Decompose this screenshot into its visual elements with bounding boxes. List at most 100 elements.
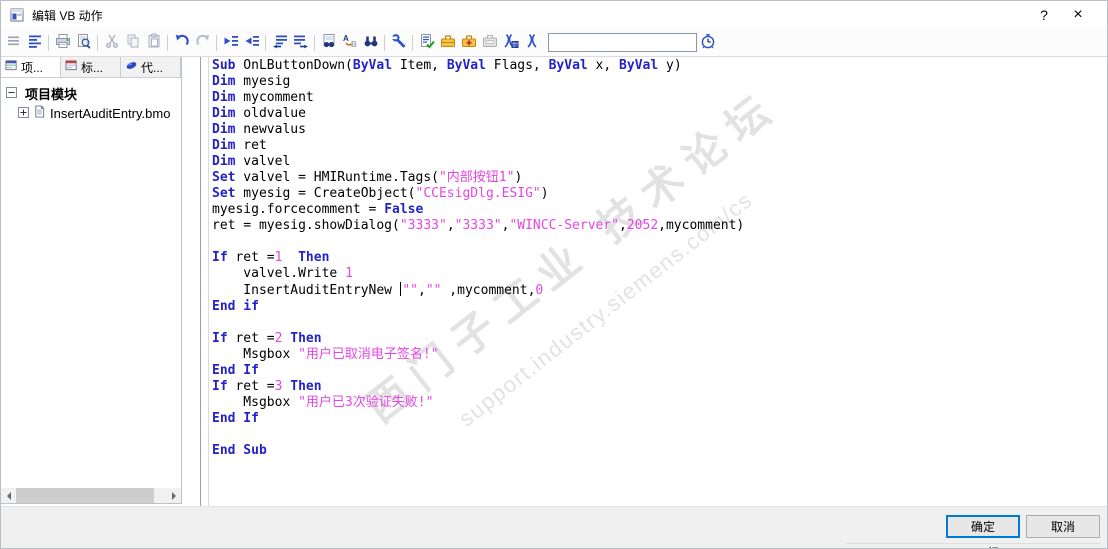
code-line: If ret =3 Then <box>212 379 322 394</box>
tab-label: 项... <box>21 60 44 75</box>
scroll-right-arrow[interactable] <box>166 488 181 503</box>
tab-standard[interactable]: 标... <box>61 57 121 77</box>
tree-row-project-modules[interactable]: 项目模块 <box>1 83 181 103</box>
code-line: Set myesig = CreateObject("CCEsigDlg.ESI… <box>212 186 549 201</box>
tree-horizontal-scrollbar[interactable] <box>1 488 181 503</box>
cancel-button[interactable]: 取消 <box>1026 515 1100 538</box>
scroll-left-arrow[interactable] <box>1 488 16 503</box>
print-button[interactable] <box>52 32 73 53</box>
find-button[interactable] <box>318 32 339 53</box>
code-line: valvel.Write 1 <box>212 266 353 281</box>
toolbar-separator <box>48 34 49 51</box>
toolbox-icon <box>440 33 456 52</box>
toolbar-separator <box>314 34 315 51</box>
first-aid-button[interactable] <box>458 32 479 53</box>
first-aid-icon <box>461 33 477 52</box>
tree-child-label: InsertAuditEntry.bmo <box>50 105 171 121</box>
timer-icon <box>700 33 716 52</box>
collapse-icon[interactable] <box>6 86 17 101</box>
code-line: Dim mycomment <box>212 90 314 105</box>
redo-icon <box>195 33 211 52</box>
syntax-check-icon <box>419 33 435 52</box>
module-icon <box>5 59 18 75</box>
toolbox-button[interactable] <box>437 32 458 53</box>
editor-margin-line <box>208 57 209 506</box>
close-button[interactable]: × <box>1061 1 1095 29</box>
indent-button[interactable] <box>220 32 241 53</box>
code-line: If ret =2 Then <box>212 331 322 346</box>
code-line: Msgbox "用户已取消电子签名!" <box>212 347 439 362</box>
undo-icon <box>174 33 190 52</box>
code-line: myesig.forcecomment = False <box>212 202 424 217</box>
cut-button[interactable] <box>101 32 122 53</box>
redo-button[interactable] <box>192 32 213 53</box>
toolbar-separator <box>216 34 217 51</box>
replace-button[interactable]: AB <box>339 32 360 53</box>
tab-code[interactable]: 代... <box>121 57 181 77</box>
comment-button[interactable] <box>269 32 290 53</box>
ok-button[interactable]: 确定 <box>946 515 1020 538</box>
code-line: Sub OnLButtonDown(ByVal Item, ByVal Flag… <box>212 58 682 73</box>
settings-icon <box>391 33 407 52</box>
tab-label: 标... <box>81 60 104 75</box>
syntax-check-button[interactable] <box>416 32 437 53</box>
undo-button[interactable] <box>171 32 192 53</box>
code-line: Dim myesig <box>212 74 291 89</box>
module-box-button[interactable] <box>479 32 500 53</box>
toolbar-separator <box>412 34 413 51</box>
toolbar-separator <box>265 34 266 51</box>
toolbar-separator <box>384 34 385 51</box>
sidebar: 项... 标... 代... 项目模块 InsertAuditEntry.bmo <box>1 57 182 504</box>
line-style-icon <box>27 33 43 52</box>
outdent-button[interactable] <box>241 32 262 53</box>
code-line: End If <box>212 411 259 426</box>
object-tool-button[interactable] <box>500 32 521 53</box>
line-style-button[interactable] <box>24 32 45 53</box>
code-line: Dim oldvalue <box>212 106 306 121</box>
code-line: Msgbox "用户已3次验证失败!" <box>212 395 434 410</box>
footer: 确定 取消 行: 15 <box>1 506 1107 548</box>
tree-root-label: 项目模块 <box>25 86 78 102</box>
indent-icon <box>223 33 239 52</box>
cut-icon <box>104 33 120 52</box>
print-preview-button[interactable] <box>73 32 94 53</box>
print-preview-icon <box>76 33 92 52</box>
code-text: Sub OnLButtonDown(ByVal Item, ByVal Flag… <box>212 58 744 459</box>
menu-button[interactable] <box>3 32 24 53</box>
paste-button[interactable] <box>143 32 164 53</box>
toolbar: AB <box>1 29 1107 57</box>
uncomment-button[interactable] <box>290 32 311 53</box>
toolbar-separator <box>97 34 98 51</box>
code-line: End if <box>212 299 259 314</box>
find-icon <box>321 33 337 52</box>
copy-button[interactable] <box>122 32 143 53</box>
settings-button[interactable] <box>388 32 409 53</box>
copy-icon <box>125 33 141 52</box>
code-line: Dim ret <box>212 138 267 153</box>
help-button[interactable]: ? <box>1027 1 1061 29</box>
tool-button[interactable] <box>521 32 542 53</box>
scrollbar-thumb[interactable] <box>16 488 154 503</box>
tab-project[interactable]: 项... <box>1 57 61 77</box>
module-tree[interactable]: 项目模块 InsertAuditEntry.bmo <box>1 78 181 123</box>
expand-icon[interactable] <box>18 106 29 121</box>
svg-text:B: B <box>351 40 357 49</box>
toolbar-search-input[interactable] <box>548 33 697 52</box>
timer-button[interactable] <box>697 32 718 53</box>
uncomment-icon <box>293 33 309 52</box>
module-box-icon <box>482 33 498 52</box>
toolbar-separator <box>167 34 168 51</box>
code-line: Dim newvalus <box>212 122 306 137</box>
code-editor[interactable]: 西门子工业 技术论坛 support.industry.siemens.com/… <box>200 57 1107 506</box>
tree-row-insertauditentry[interactable]: InsertAuditEntry.bmo <box>1 103 181 123</box>
code-line: End Sub <box>212 443 267 458</box>
status-divider <box>846 543 1101 544</box>
file-icon <box>33 105 46 121</box>
find-next-button[interactable] <box>360 32 381 53</box>
code-line: Set valvel = HMIRuntime.Tags("内部按钮1") <box>212 170 523 185</box>
code-line: If ret =1 Then <box>212 250 330 265</box>
toolbar-search <box>548 33 697 52</box>
print-icon <box>55 33 71 52</box>
tool-icon <box>524 33 540 52</box>
